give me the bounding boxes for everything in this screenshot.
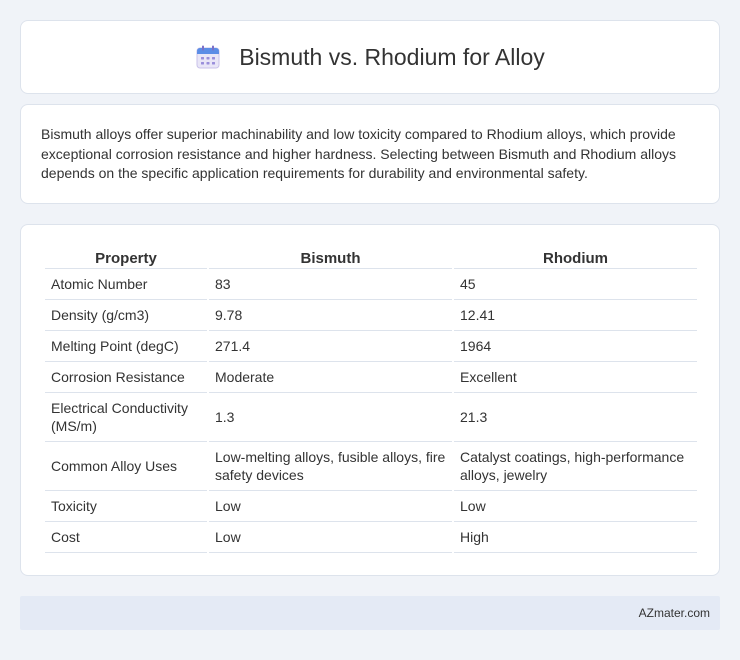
calendar-icon bbox=[195, 44, 221, 70]
column-header-property: Property bbox=[45, 245, 207, 269]
property-cell: Atomic Number bbox=[45, 269, 207, 300]
comparison-table: Property Bismuth Rhodium Atomic Number 8… bbox=[43, 245, 699, 553]
footer: AZmater.com bbox=[20, 596, 720, 630]
rhodium-cell: 45 bbox=[454, 269, 697, 300]
rhodium-cell: High bbox=[454, 522, 697, 553]
page-title: Bismuth vs. Rhodium for Alloy bbox=[239, 43, 545, 70]
rhodium-cell: Catalyst coatings, high-performance allo… bbox=[454, 442, 697, 491]
bismuth-cell: 271.4 bbox=[209, 331, 452, 362]
rhodium-cell: Excellent bbox=[454, 362, 697, 393]
column-header-rhodium: Rhodium bbox=[454, 245, 697, 269]
table-row: Common Alloy Uses Low-melting alloys, fu… bbox=[45, 442, 697, 491]
intro-text: Bismuth alloys offer superior machinabil… bbox=[41, 126, 677, 181]
title-card: Bismuth vs. Rhodium for Alloy bbox=[20, 20, 720, 94]
table-row: Toxicity Low Low bbox=[45, 491, 697, 522]
bismuth-cell: 1.3 bbox=[209, 393, 452, 442]
rhodium-cell: 1964 bbox=[454, 331, 697, 362]
bismuth-cell: Low-melting alloys, fusible alloys, fire… bbox=[209, 442, 452, 491]
bismuth-cell: Moderate bbox=[209, 362, 452, 393]
rhodium-cell: Low bbox=[454, 491, 697, 522]
table-row: Electrical Conductivity (MS/m) 1.3 21.3 bbox=[45, 393, 697, 442]
bismuth-cell: 83 bbox=[209, 269, 452, 300]
table-row: Cost Low High bbox=[45, 522, 697, 553]
bismuth-cell: Low bbox=[209, 491, 452, 522]
table-row: Melting Point (degC) 271.4 1964 bbox=[45, 331, 697, 362]
property-cell: Corrosion Resistance bbox=[45, 362, 207, 393]
column-header-bismuth: Bismuth bbox=[209, 245, 452, 269]
comparison-table-card: Property Bismuth Rhodium Atomic Number 8… bbox=[20, 224, 720, 576]
table-row: Corrosion Resistance Moderate Excellent bbox=[45, 362, 697, 393]
property-cell: Common Alloy Uses bbox=[45, 442, 207, 491]
table-header-row: Property Bismuth Rhodium bbox=[45, 245, 697, 269]
property-cell: Melting Point (degC) bbox=[45, 331, 207, 362]
rhodium-cell: 21.3 bbox=[454, 393, 697, 442]
property-cell: Toxicity bbox=[45, 491, 207, 522]
property-cell: Cost bbox=[45, 522, 207, 553]
table-row: Atomic Number 83 45 bbox=[45, 269, 697, 300]
property-cell: Density (g/cm3) bbox=[45, 300, 207, 331]
rhodium-cell: 12.41 bbox=[454, 300, 697, 331]
table-row: Density (g/cm3) 9.78 12.41 bbox=[45, 300, 697, 331]
bismuth-cell: 9.78 bbox=[209, 300, 452, 331]
bismuth-cell: Low bbox=[209, 522, 452, 553]
footer-brand: AZmater.com bbox=[638, 606, 710, 620]
property-cell: Electrical Conductivity (MS/m) bbox=[45, 393, 207, 442]
intro-card: Bismuth alloys offer superior machinabil… bbox=[20, 104, 720, 204]
